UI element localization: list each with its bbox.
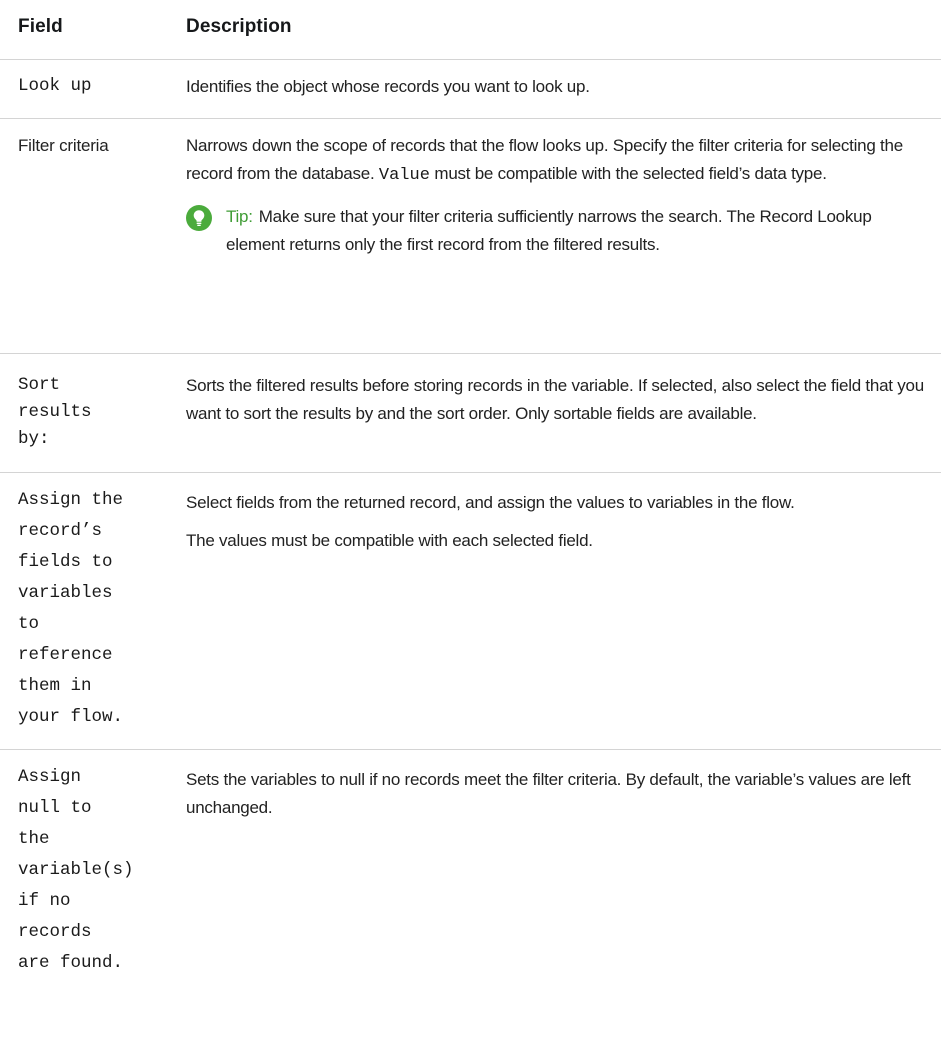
description-text-2: The values must be compatible with each … xyxy=(186,530,593,550)
inline-code-value: Value xyxy=(378,165,430,185)
description-text: Sets the variables to null if no records… xyxy=(186,770,911,817)
field-cell: Filter criteria xyxy=(18,132,178,160)
table-row-filter-criteria: Filter criteria Narrows down the scope o… xyxy=(0,119,941,354)
field-name-line: variable(s) xyxy=(18,860,134,880)
field-name-line: are found. xyxy=(18,953,124,973)
field-name-line: to xyxy=(18,614,40,634)
table-header-row: Field Description xyxy=(0,0,941,60)
field-cell: Look up xyxy=(18,73,178,100)
field-name-line: reference xyxy=(18,645,113,665)
field-name-line: the xyxy=(18,829,50,849)
description-text: Select fields from the returned record, … xyxy=(186,493,795,512)
field-cell: Sort results by: xyxy=(18,372,178,453)
description-cell: Narrows down the scope of records that t… xyxy=(186,132,928,258)
field-name-line: Assign xyxy=(18,767,82,787)
field-name: Look up xyxy=(18,76,92,96)
tip-callout: Tip: Make sure that your filter criteria … xyxy=(186,203,928,258)
description-cell: Sets the variables to null if no records… xyxy=(186,766,928,821)
field-name-line: Assign the xyxy=(18,490,124,510)
header-field: Field xyxy=(18,16,63,37)
field-name-line: them in xyxy=(18,676,92,696)
description-text: Identifies the object whose records you … xyxy=(186,77,590,96)
tip-body: Make sure that your filter criteria suff… xyxy=(226,207,872,254)
field-name-line: null to xyxy=(18,798,92,818)
field-name-line: variables xyxy=(18,583,113,603)
table-row-assign-fields: Assign the record’s fields to variables … xyxy=(0,473,941,750)
description-text-after: must be compatible with the selected fie… xyxy=(434,163,827,183)
field-name-line: if no xyxy=(18,891,71,911)
description-cell: Sorts the filtered results before storin… xyxy=(186,372,928,427)
field-description-table: Field Description Look up Identifies the… xyxy=(0,0,941,1050)
field-name-line: Sort xyxy=(18,375,61,395)
field-name-line: your flow. xyxy=(18,707,124,727)
field-name-line: fields to xyxy=(18,552,113,572)
field-cell: Assign null to the variable(s) if no rec… xyxy=(18,762,178,979)
lightbulb-icon xyxy=(186,205,212,231)
field-name-line: results xyxy=(18,402,92,422)
field-cell: Assign the record’s fields to variables … xyxy=(18,485,178,733)
table-row-sort-results: Sort results by: Sorts the filtered resu… xyxy=(0,354,941,473)
table-row-assign-null: Assign null to the variable(s) if no rec… xyxy=(0,750,941,1050)
description-text: Narrows down the scope of records that t… xyxy=(186,132,928,189)
field-name-line: record’s xyxy=(18,521,103,541)
tip-label: Tip: xyxy=(226,207,253,226)
description-cell: Select fields from the returned record, … xyxy=(186,489,928,554)
tip-text: Tip: Make sure that your filter criteria … xyxy=(226,203,928,258)
description-cell: Identifies the object whose records you … xyxy=(186,73,928,101)
field-name-line: records xyxy=(18,922,92,942)
header-description: Description xyxy=(186,16,292,37)
field-name: Filter criteria xyxy=(18,136,109,155)
description-text: Sorts the filtered results before storin… xyxy=(186,376,924,423)
table-row-look-up: Look up Identifies the object whose reco… xyxy=(0,60,941,119)
field-name-line: by: xyxy=(18,429,50,449)
